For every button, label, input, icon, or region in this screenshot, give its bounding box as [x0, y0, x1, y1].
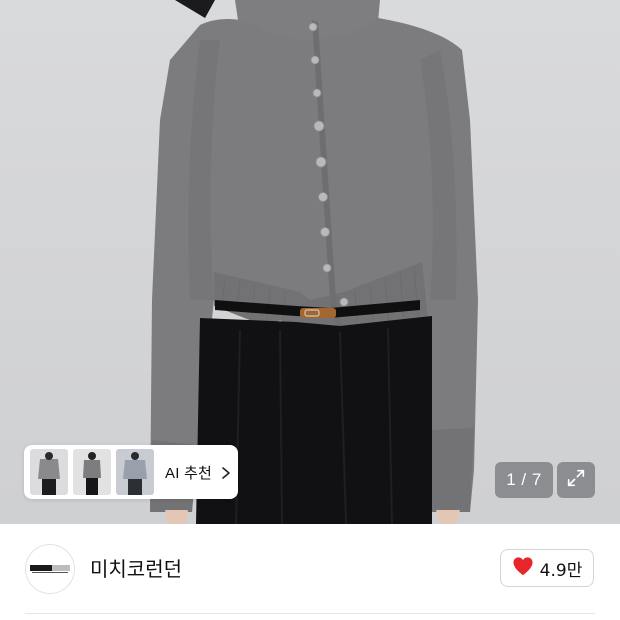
product-image[interactable]: AI 추천 1 / 7 [0, 0, 620, 524]
expand-button[interactable] [557, 462, 595, 498]
recommend-thumbnail[interactable] [73, 449, 111, 495]
product-detail-page: AI 추천 1 / 7 미치코런던 4.9만 [0, 0, 620, 620]
store-logo[interactable] [25, 544, 75, 594]
recommend-thumbnail[interactable] [30, 449, 68, 495]
store-name[interactable]: 미치코런던 [90, 553, 182, 582]
like-count: 4.9만 [539, 560, 583, 581]
like-button[interactable]: 4.9만 [500, 549, 594, 587]
heart-icon [512, 556, 534, 580]
ai-recommend-button[interactable]: AI 추천 [24, 445, 238, 499]
chevron-right-icon [220, 465, 232, 479]
store-row: 미치코런던 4.9만 [0, 524, 620, 620]
expand-icon [565, 467, 587, 493]
divider [25, 613, 595, 614]
ai-recommend-label: AI 추천 [165, 464, 212, 482]
image-pager: 1 / 7 [495, 462, 553, 498]
recommend-thumbnail[interactable] [116, 449, 154, 495]
store-logo-icon [30, 560, 70, 579]
